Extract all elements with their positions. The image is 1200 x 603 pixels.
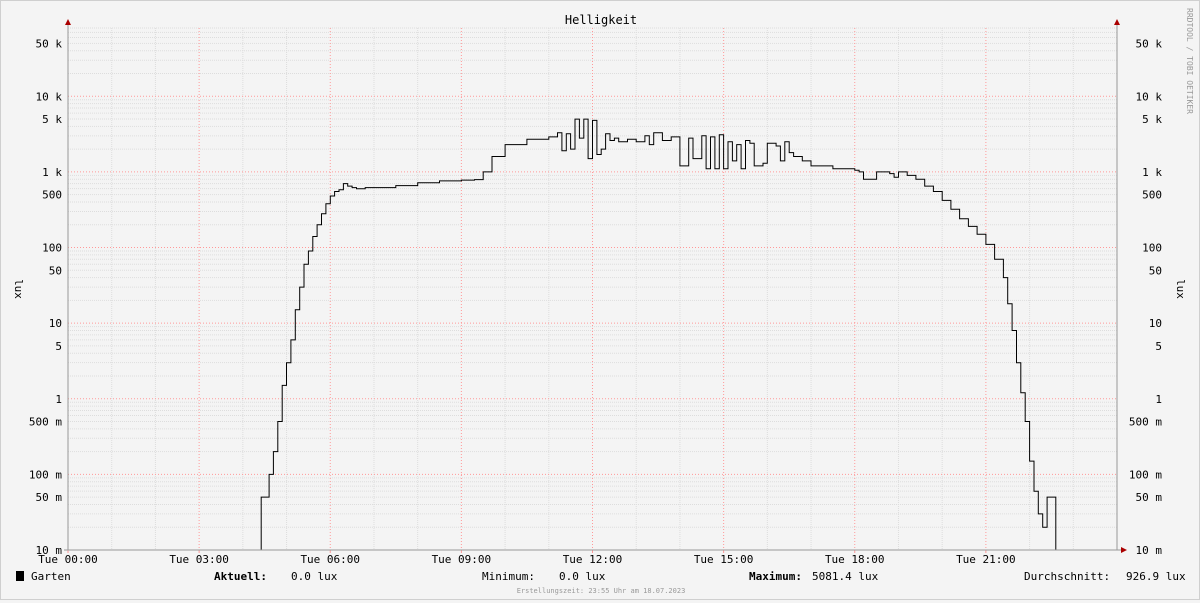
chart-svg: Helligkeit lux lux RRDTOOL / TOBI OETIKE… [12, 8, 1194, 595]
y-axis-label-left: lux [12, 279, 25, 299]
y-tick-label-left: 1 [55, 393, 62, 406]
y-tick-label-left: 100 [42, 242, 62, 255]
minimum-value: 0.0 lux [559, 570, 606, 583]
minimum-label: Minimum: [482, 570, 535, 583]
y-tick-label-right: 50 m [1136, 491, 1163, 504]
y-axis-arrow-right [1114, 19, 1120, 25]
y-tick-label-right: 100 [1142, 242, 1162, 255]
y-tick-label-right: 100 m [1129, 468, 1162, 481]
major-grid [68, 28, 1117, 550]
y-axis-arrow-left [65, 19, 71, 25]
x-axis-arrow [1121, 547, 1127, 553]
y-tick-label-right: 10 m [1136, 544, 1163, 557]
y-tick-label-right: 5 [1155, 340, 1162, 353]
y-tick-label-right: 1 k [1142, 166, 1162, 179]
x-tick-label: Tue 12:00 [563, 553, 623, 566]
current-label: Aktuell: [214, 570, 267, 583]
y-tick-label-left: 10 k [36, 90, 63, 103]
y-tick-label-right: 1 [1155, 393, 1162, 406]
chart-title: Helligkeit [565, 13, 637, 27]
x-tick-label: Tue 06:00 [300, 553, 360, 566]
x-tick-labels: Tue 00:00 Tue 03:00 Tue 06:00 Tue 09:00 Tue … [38, 550, 1016, 566]
y-tick-label-left: 50 [49, 264, 62, 277]
y-tick-label-left: 500 [42, 189, 62, 202]
x-tick-label: Tue 09:00 [432, 553, 492, 566]
axes [64, 19, 1127, 553]
y-tick-label-right: 5 k [1142, 113, 1162, 126]
y-tick-label-left: 100 m [29, 468, 62, 481]
current-value: 0.0 lux [291, 570, 338, 583]
chart-frame: Helligkeit lux lux RRDTOOL / TOBI OETIKE… [0, 0, 1200, 600]
average-value: 926.9 lux [1126, 570, 1186, 583]
legend-series-name: Garten [31, 570, 71, 583]
y-tick-label-left: 10 [49, 317, 62, 330]
y-axis-label-right: lux [1174, 279, 1187, 299]
y-tick-label-right: 50 k [1136, 37, 1163, 50]
x-tick-label: Tue 15:00 [694, 553, 754, 566]
y-tick-label-right: 500 [1142, 189, 1162, 202]
y-tick-label-left: 50 k [36, 37, 63, 50]
rrdtool-watermark: RRDTOOL / TOBI OETIKER [1185, 8, 1194, 114]
maximum-label: Maximum: [749, 570, 802, 583]
y-tick-label-left: 500 m [29, 416, 62, 429]
maximum-value: 5081.4 lux [812, 570, 879, 583]
y-tick-label-left: 50 m [36, 491, 63, 504]
x-tick-label: Tue 03:00 [169, 553, 229, 566]
footer-timestamp: Erstellungszeit: 23:55 Uhr am 18.07.2023 [517, 587, 686, 595]
y-tick-label-left: 1 k [42, 166, 62, 179]
x-tick-label: Tue 21:00 [956, 553, 1016, 566]
x-tick-label: Tue 00:00 [38, 553, 98, 566]
y-tick-label-right: 500 m [1129, 416, 1162, 429]
y-tick-label-right: 10 k [1136, 90, 1163, 103]
average-label: Durchschnitt: [1024, 570, 1110, 583]
y-tick-label-right: 50 [1149, 264, 1162, 277]
legend-swatch-garten [16, 571, 24, 581]
y-tick-label-right: 10 [1149, 317, 1162, 330]
x-tick-label: Tue 18:00 [825, 553, 885, 566]
y-tick-label-left: 5 [55, 340, 62, 353]
y-tick-label-left: 5 k [42, 113, 62, 126]
